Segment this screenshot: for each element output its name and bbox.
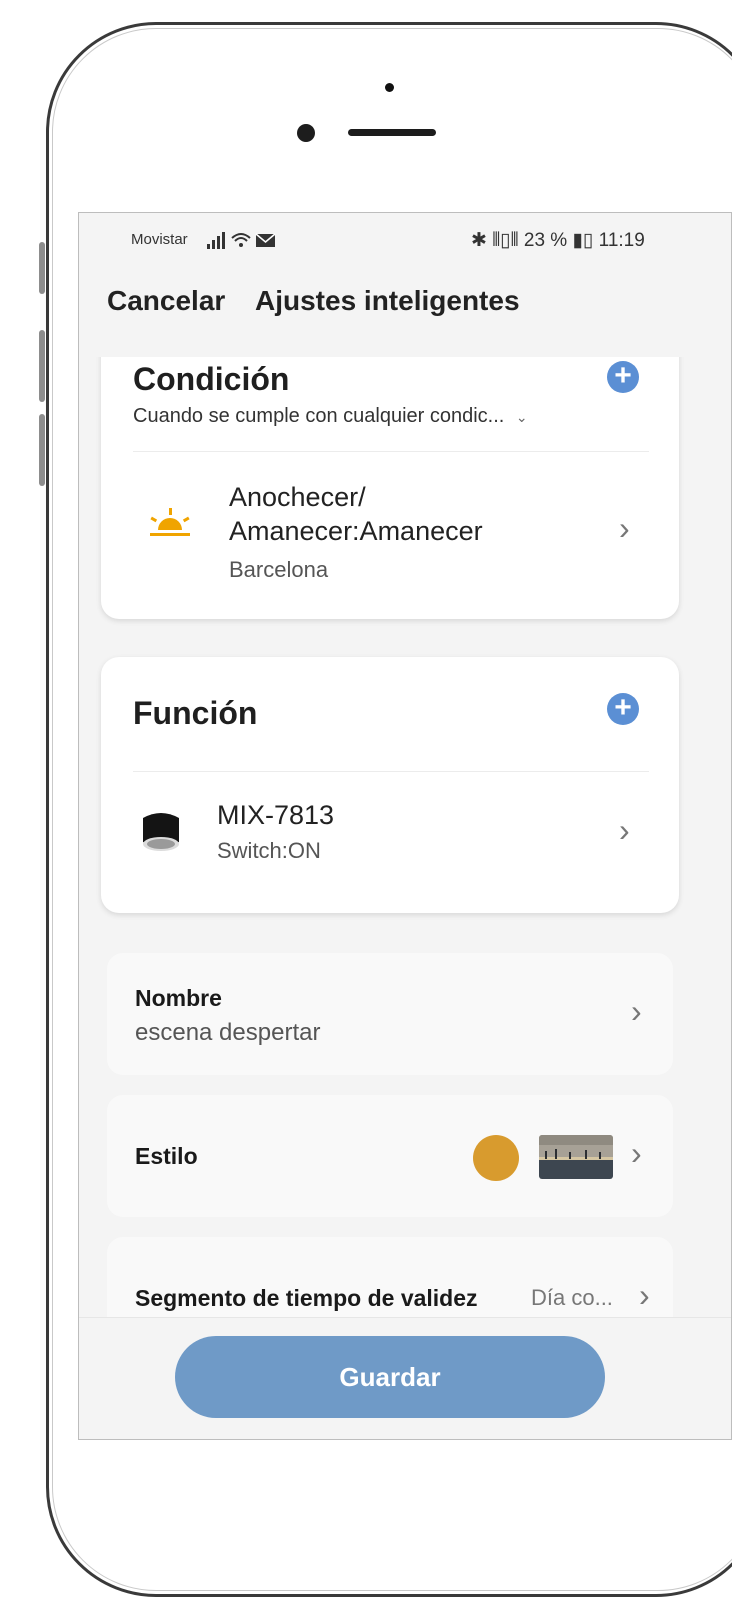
earpiece	[348, 129, 436, 136]
style-label: Estilo	[135, 1143, 198, 1169]
cancel-button[interactable]: Cancelar	[107, 285, 225, 317]
style-row[interactable]: Estilo ›	[107, 1095, 673, 1217]
phone-volume-up	[39, 330, 45, 402]
condition-mode-selector[interactable]: Cuando se cumple con cualquier condic...…	[133, 405, 528, 428]
function-title: Función	[133, 695, 258, 731]
status-right-indicators: ✱ ⫴▯⫴ 23 % ▮▯ 11:19	[471, 230, 645, 251]
chevron-right-icon: ›	[631, 1135, 642, 1171]
signal-wifi-mail-icons	[205, 230, 277, 255]
condition-title-line2: Amanecer:Amanecer	[229, 516, 483, 546]
validity-row[interactable]: Segmento de tiempo de validez Día co... …	[107, 1237, 673, 1317]
phone-volume-down	[39, 414, 45, 486]
device-name: MIX-7813	[217, 800, 335, 830]
page-title: Ajustes inteligentes	[255, 285, 520, 316]
name-row[interactable]: Nombre escena despertar ›	[107, 953, 673, 1075]
condition-item-title: Anochecer/ Amanecer:Amanecer	[229, 480, 483, 548]
name-label: Nombre	[135, 985, 222, 1011]
sunrise-icon	[147, 506, 193, 547]
bottom-bar: Guardar	[79, 1317, 731, 1439]
style-color-swatch	[473, 1135, 519, 1181]
add-function-button[interactable]: +	[607, 693, 639, 725]
chevron-down-icon: ⌄	[515, 409, 528, 425]
function-card: Función + MIX-7813 Switch:ON ›	[101, 657, 679, 913]
validity-value: Día co...	[531, 1285, 613, 1310]
style-background-thumbnail	[539, 1135, 613, 1179]
carrier-label: Movistar	[131, 231, 188, 248]
save-button[interactable]: Guardar	[175, 1336, 605, 1418]
add-condition-button[interactable]: +	[607, 361, 639, 393]
chevron-right-icon: ›	[619, 510, 630, 546]
validity-label: Segmento de tiempo de validez	[135, 1285, 478, 1311]
chevron-right-icon: ›	[631, 993, 642, 1029]
condition-card: Condición + Cuando se cumple con cualqui…	[101, 357, 679, 619]
device-action: Switch:ON	[217, 838, 321, 863]
function-item[interactable]: MIX-7813 Switch:ON ›	[101, 772, 679, 913]
chevron-right-icon: ›	[619, 812, 630, 848]
downlight-icon	[137, 804, 185, 865]
condition-item[interactable]: Anochecer/ Amanecer:Amanecer Barcelona ›	[101, 452, 679, 619]
screen: Movistar ✱ ⫴▯⫴ 23 % ▮▯ 11:19 Cancelar Aj…	[78, 212, 732, 1440]
condition-location: Barcelona	[229, 557, 329, 582]
proximity-sensor	[385, 83, 394, 92]
condition-mode-label: Cuando se cumple con cualquier condic...	[133, 405, 505, 427]
name-value: escena despertar	[135, 1019, 321, 1046]
chevron-right-icon: ›	[639, 1277, 650, 1313]
phone-side-button	[39, 242, 45, 294]
condition-title-line1: Anochecer/	[229, 482, 366, 512]
nav-bar: Cancelar Ajustes inteligentes	[79, 265, 731, 357]
scroll-content[interactable]: Condición + Cuando se cumple con cualqui…	[79, 357, 731, 1317]
status-bar: Movistar ✱ ⫴▯⫴ 23 % ▮▯ 11:19	[79, 213, 731, 265]
front-camera	[297, 124, 315, 142]
condition-title: Condición	[133, 361, 290, 397]
